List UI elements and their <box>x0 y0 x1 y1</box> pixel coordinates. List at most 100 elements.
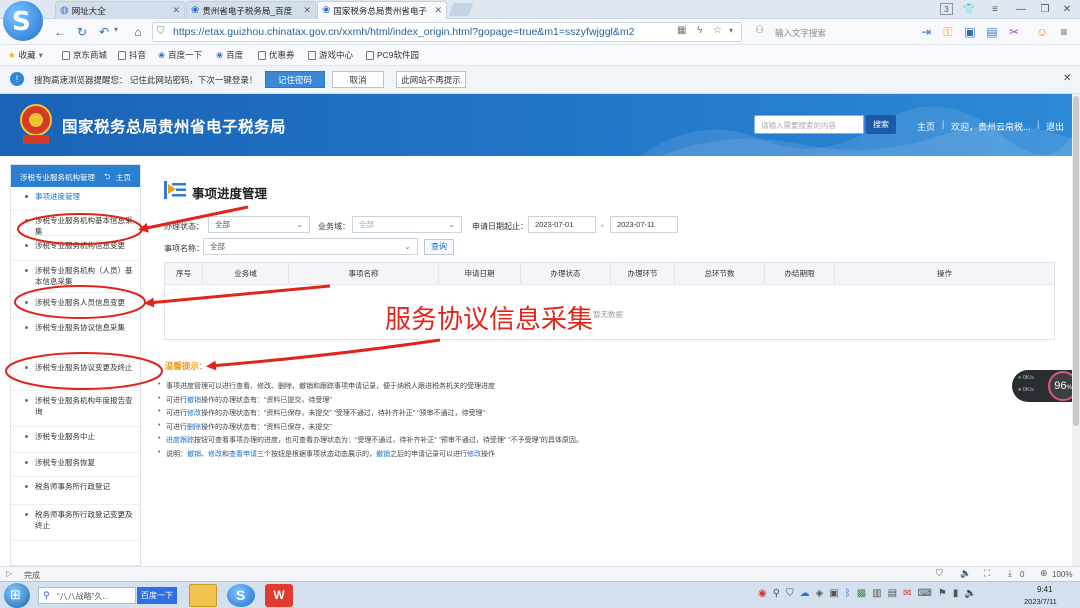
tray-cloud-icon[interactable]: ☁ <box>800 588 810 599</box>
sidebar-home-link[interactable]: 主页 <box>116 172 131 183</box>
item-select[interactable]: 全部 ⌄ <box>203 238 418 255</box>
status-select[interactable]: 全部 ⌄ <box>208 216 310 233</box>
refresh-icon[interactable]: ↻ <box>74 24 90 40</box>
date-from-input[interactable]: 2023-07-01 <box>528 216 596 233</box>
sidebar-item[interactable]: 涉税专业服务机构信息变更 <box>11 236 140 261</box>
close-bar-icon[interactable]: ✕ <box>1063 73 1071 84</box>
file-explorer-icon[interactable] <box>189 584 217 607</box>
url-dropdown-icon[interactable]: ▾ <box>729 26 733 35</box>
tray-app-icon[interactable]: ◉ <box>758 588 767 599</box>
play-icon[interactable]: ▷ <box>6 569 12 578</box>
home-back-icon[interactable]: ⮌ <box>104 171 110 185</box>
network-speed-widget[interactable]: ● 0K/s ● 0K/s 96% <box>1012 370 1080 402</box>
tray-app-icon[interactable]: ▤ <box>888 588 897 599</box>
back-icon[interactable]: ← <box>52 24 68 40</box>
sidebar-item[interactable]: 事项进度管理 <box>11 187 140 211</box>
tray-app-icon[interactable]: ▥ <box>872 588 881 599</box>
home-icon[interactable]: ⌂ <box>130 24 146 40</box>
tip-link[interactable]: 撤销 <box>376 451 390 458</box>
close-tab-icon[interactable]: ✕ <box>172 5 180 16</box>
undo-icon[interactable]: ↶ <box>96 24 112 40</box>
network-icon[interactable]: ▮ <box>953 588 959 599</box>
tab-count-badge[interactable]: 3 <box>940 3 953 15</box>
fullscreen-icon[interactable]: ⛶ <box>984 568 990 579</box>
sidebar-item[interactable]: 涉税专业服务恢复 <box>11 453 140 477</box>
start-button[interactable]: ⊞ <box>4 583 30 608</box>
shield-icon[interactable]: ⛉ <box>936 568 943 579</box>
sidebar-item[interactable]: 税务师事务所行政登记变更及终止 <box>11 505 140 541</box>
never-prompt-button[interactable]: 此网站不再提示 <box>396 71 466 88</box>
tip-link[interactable]: 修改 <box>187 410 201 417</box>
site-title[interactable]: 国家税务总局贵州省电子税务局 <box>62 115 286 137</box>
close-tab-icon[interactable]: ✕ <box>434 5 442 16</box>
login-icon[interactable]: ⇥ <box>918 24 934 40</box>
nav-logout-link[interactable]: 退出 <box>1046 120 1064 133</box>
tip-link[interactable]: 修改 <box>208 451 222 458</box>
query-button[interactable]: 查询 <box>424 239 454 255</box>
sidebar-item[interactable]: 涉税专业服务协议信息采集 <box>11 318 140 358</box>
remember-password-button[interactable]: 记住密码 <box>265 71 325 88</box>
sidebar-item[interactable]: 涉税专业服务机构（人员）基本信息采集 <box>11 261 140 293</box>
flag-icon[interactable]: ⚑ <box>938 588 947 599</box>
close-window-icon[interactable]: ✕ <box>1060 2 1074 16</box>
tray-app-icon[interactable]: ✉ <box>903 588 911 599</box>
tray-app-icon[interactable]: ◈ <box>816 588 824 599</box>
bookmark-baidu[interactable]: ❀ 百度 <box>216 49 243 61</box>
maximize-icon[interactable]: ❐ <box>1038 2 1052 16</box>
bookmark-jd[interactable]: 京东商城 <box>62 49 107 61</box>
site-search-input[interactable]: 请输入需要搜索的内容 <box>754 115 864 134</box>
scissors-icon[interactable]: ✂ <box>1006 24 1022 40</box>
tip-link[interactable]: 删除 <box>187 424 201 431</box>
sidebar-item[interactable]: 涉税专业服务机构年度报告查询 <box>11 391 140 427</box>
star-icon[interactable]: ☆ <box>713 25 722 36</box>
download-icon[interactable]: ⤓ <box>1008 568 1012 579</box>
tab-2[interactable]: ❀ 贵州省电子税务局_百度 ✕ <box>186 1 316 19</box>
bookmark-douyin[interactable]: 抖音 <box>118 49 146 61</box>
tray-app-icon[interactable]: ⚲ <box>773 588 780 599</box>
browser-logo-icon[interactable]: S <box>3 1 43 41</box>
sidebar-item[interactable]: 税务师事务所行政登记 <box>11 477 140 505</box>
zoom-level[interactable]: 100% <box>1052 570 1072 579</box>
site-search-button[interactable]: 搜索 <box>866 115 896 134</box>
cancel-button[interactable]: 取消 <box>332 71 384 88</box>
close-tab-icon[interactable]: ✕ <box>303 5 311 16</box>
tip-link[interactable]: 修改 <box>467 451 481 458</box>
sogou-browser-taskbar-icon[interactable]: S <box>227 584 255 607</box>
bookmark-favorites[interactable]: ★ 收藏 ▾ <box>8 49 43 61</box>
zoom-icon[interactable]: ⊕ <box>1040 568 1048 579</box>
window-icon[interactable]: ▤ <box>984 24 1000 40</box>
tray-app-icon[interactable]: ▩ <box>857 588 866 599</box>
sidebar-item[interactable]: 涉税专业服务人员信息变更 <box>11 293 140 318</box>
new-tab-button[interactable] <box>448 3 474 16</box>
date-to-input[interactable]: 2023-07-11 <box>610 216 678 233</box>
taskbar-search-button[interactable]: 百度一下 <box>137 587 177 604</box>
search-engine-icon[interactable]: ⚇ <box>755 25 764 36</box>
nav-home-link[interactable]: 主页 <box>917 120 935 133</box>
qr-icon[interactable]: ▦ <box>677 25 686 36</box>
sidebar-item[interactable]: 涉税专业服务机构基本信息采集 <box>11 211 140 236</box>
tip-link[interactable]: 撤销 <box>187 451 201 458</box>
settings-menu-icon[interactable]: ≡ <box>1056 24 1072 40</box>
tip-link[interactable]: 进度跟踪 <box>166 437 194 444</box>
translate-icon[interactable]: ▣ <box>962 24 978 40</box>
sidebar-item[interactable]: 涉税专业服务中止 <box>11 427 140 453</box>
smiley-icon[interactable]: ☺ <box>1034 24 1050 40</box>
bookmark-baidu-search[interactable]: ❀ 百度一下 <box>158 49 202 61</box>
tray-app-icon[interactable]: ▣ <box>829 588 838 599</box>
clock-date[interactable]: 2023/7/11 <box>1024 597 1057 606</box>
url-text[interactable]: https://etax.guizhou.chinatax.gov.cn/xxm… <box>173 26 671 38</box>
wps-icon[interactable]: W <box>265 584 293 607</box>
keyboard-icon[interactable]: ⌨ <box>917 588 931 599</box>
bookmark-pc9[interactable]: PC9软件园 <box>366 49 419 61</box>
tip-link[interactable]: 查看申请 <box>229 451 257 458</box>
address-bar[interactable]: ⛉ https://etax.guizhou.chinatax.gov.cn/x… <box>152 22 742 42</box>
nav-welcome-user[interactable]: 欢迎，贵州云帛税... <box>951 120 1031 133</box>
bookmark-coupons[interactable]: 优惠券 <box>258 49 295 61</box>
search-box[interactable]: ⚇ 输入文字搜索 <box>755 22 895 42</box>
volume-icon[interactable]: 🔈 <box>964 588 976 599</box>
sidebar-item[interactable]: 涉税专业服务协议变更及终止 <box>11 358 140 391</box>
domain-select[interactable]: 全部 ⌄ <box>352 216 462 233</box>
lightning-icon[interactable]: ϟ <box>697 25 702 36</box>
page-scrollbar[interactable] <box>1072 94 1080 566</box>
tab-3[interactable]: ❀ 国家税务总局贵州省电子 ✕ <box>317 1 447 19</box>
